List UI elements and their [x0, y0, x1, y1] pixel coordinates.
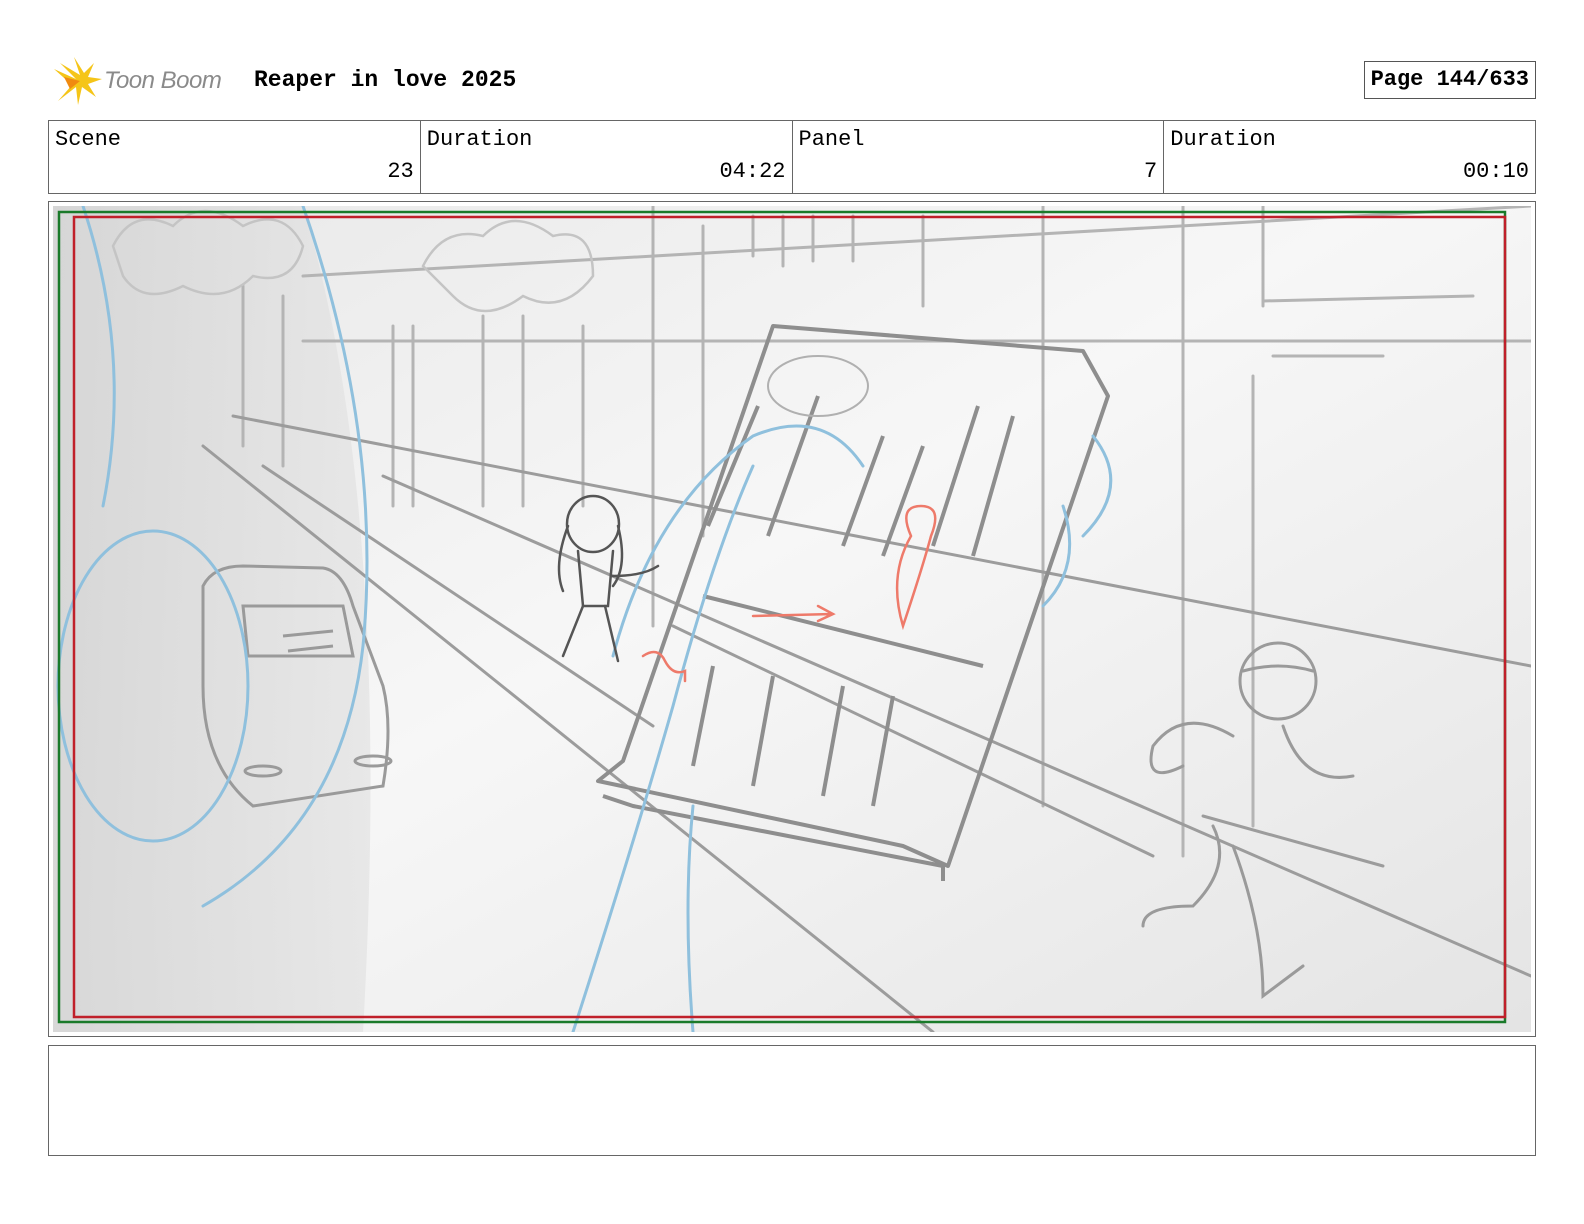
scene-cell: Scene 23: [49, 121, 421, 193]
toon-boom-logo: Toon Boom: [50, 55, 240, 107]
scene-value: 23: [387, 159, 414, 184]
foreground-shadow: [53, 206, 371, 1032]
page-number: Page 144/633: [1363, 61, 1536, 99]
panel-cell: Panel 7: [793, 121, 1165, 193]
scene-info-table: Scene 23 Duration 04:22 Panel 7 Duration…: [48, 120, 1536, 194]
starburst-icon: [54, 57, 102, 105]
panel-duration-value: 00:10: [1462, 159, 1529, 184]
logo-wordmark: Toon Boom: [104, 67, 222, 94]
scene-label: Scene: [55, 127, 122, 152]
scene-duration-value: 04:22: [719, 159, 786, 184]
project-title: Reaper in love 2025: [254, 67, 517, 93]
panel-notes: [48, 1045, 1536, 1156]
storyboard-panel: [48, 201, 1536, 1037]
scene-duration-cell: Duration 04:22: [421, 121, 793, 193]
panel-duration-label: Duration: [1170, 127, 1276, 152]
panel-label: Panel: [798, 127, 865, 152]
panel-duration-cell: Duration 00:10: [1164, 121, 1535, 193]
scene-duration-label: Duration: [426, 127, 533, 152]
panel-sketch: [53, 206, 1531, 1032]
page-header: Toon Boom Reaper in love 2025 Page 144/6…: [50, 55, 1536, 107]
panel-value: 7: [1144, 159, 1158, 184]
